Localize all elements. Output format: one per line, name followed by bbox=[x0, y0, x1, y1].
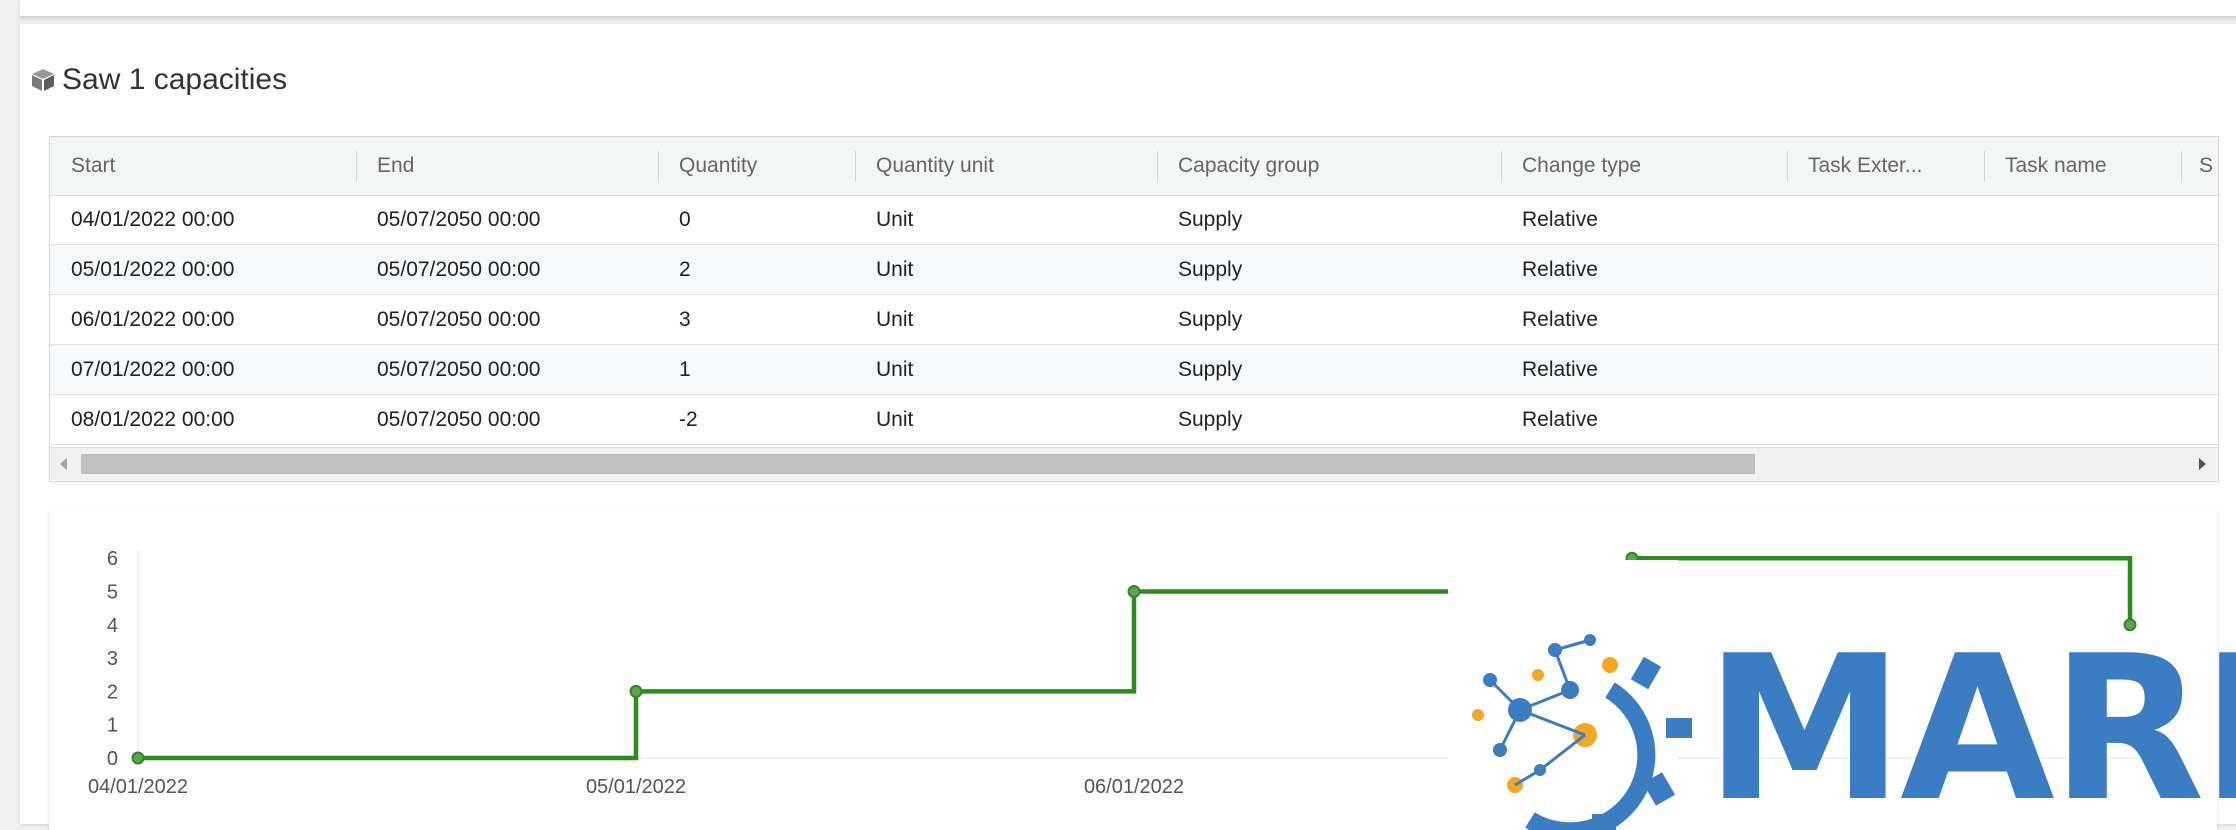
panel-title: Saw 1 capacities bbox=[62, 63, 288, 96]
logo-wordmark: MARK bbox=[1705, 630, 2236, 830]
cell-quantity: 0 bbox=[679, 208, 691, 231]
cell-start: 08/01/2022 00:00 bbox=[71, 408, 235, 431]
y-tick-label: 4 bbox=[107, 615, 118, 637]
cell-quantity: 2 bbox=[679, 258, 691, 281]
data-point bbox=[131, 751, 145, 765]
scroll-right-arrow-icon[interactable] bbox=[2199, 458, 2206, 470]
cell-end: 05/07/2050 00:00 bbox=[377, 208, 541, 231]
y-tick-label: 0 bbox=[107, 748, 118, 770]
cell-change-type: Relative bbox=[1522, 358, 1598, 381]
cell-quantity-unit: Unit bbox=[876, 358, 914, 381]
column-header-truncated[interactable]: S bbox=[2181, 137, 2218, 195]
y-tick-label: 3 bbox=[107, 648, 118, 670]
panel-header: Saw 1 capacities bbox=[30, 58, 287, 102]
cell-end: 05/07/2050 00:00 bbox=[377, 408, 541, 431]
table-row[interactable]: 08/01/2022 00:00 05/07/2050 00:00 -2 Uni… bbox=[50, 395, 2218, 445]
data-point bbox=[2123, 618, 2137, 632]
column-header-capacity-group[interactable]: Capacity group bbox=[1157, 137, 1501, 195]
y-tick-label: 5 bbox=[107, 582, 118, 604]
y-tick-label: 2 bbox=[107, 681, 118, 703]
data-point bbox=[1127, 585, 1141, 598]
cube-icon bbox=[32, 69, 54, 91]
column-header-quantity[interactable]: Quantity bbox=[658, 137, 855, 195]
table-row[interactable]: 04/01/2022 00:00 05/07/2050 00:00 0 Unit… bbox=[50, 195, 2218, 245]
cell-start: 05/01/2022 00:00 bbox=[71, 258, 235, 281]
cell-quantity: 3 bbox=[679, 308, 691, 331]
previous-panel-edge bbox=[20, 0, 2236, 17]
horizontal-scrollbar[interactable] bbox=[50, 447, 2218, 480]
cell-start: 04/01/2022 00:00 bbox=[71, 208, 235, 231]
cell-quantity: 1 bbox=[679, 358, 691, 381]
y-tick-label: 6 bbox=[107, 548, 118, 570]
cell-capacity-group: Supply bbox=[1178, 358, 1243, 381]
scroll-left-arrow-icon[interactable] bbox=[60, 458, 67, 470]
capacities-table: Start End Quantity Quantity unit Capacit… bbox=[49, 136, 2219, 482]
cell-quantity-unit: Unit bbox=[876, 308, 914, 331]
data-point bbox=[629, 684, 643, 698]
column-header-start[interactable]: Start bbox=[50, 137, 356, 195]
cell-end: 05/07/2050 00:00 bbox=[377, 308, 541, 331]
cell-quantity-unit: Unit bbox=[876, 208, 914, 231]
cell-change-type: Relative bbox=[1522, 208, 1598, 231]
column-header-quantity-unit[interactable]: Quantity unit bbox=[855, 137, 1157, 195]
cell-start: 06/01/2022 00:00 bbox=[71, 308, 235, 331]
cell-change-type: Relative bbox=[1522, 408, 1598, 431]
column-header-change-type[interactable]: Change type bbox=[1501, 137, 1787, 195]
cell-start: 07/01/2022 00:00 bbox=[71, 358, 235, 381]
cell-quantity: -2 bbox=[679, 408, 698, 431]
table-header: Start End Quantity Quantity unit Capacit… bbox=[50, 137, 2218, 196]
y-tick-label: 1 bbox=[107, 715, 118, 737]
x-tick-label: 05/01/2022 bbox=[586, 776, 686, 798]
cell-end: 05/07/2050 00:00 bbox=[377, 258, 541, 281]
table-row[interactable]: 06/01/2022 00:00 05/07/2050 00:00 3 Unit… bbox=[50, 295, 2218, 345]
column-header-end[interactable]: End bbox=[356, 137, 658, 195]
cell-end: 05/07/2050 00:00 bbox=[377, 358, 541, 381]
x-tick-label: 04/01/2022 bbox=[88, 776, 188, 798]
table-row[interactable]: 07/01/2022 00:00 05/07/2050 00:00 1 Unit… bbox=[50, 345, 2218, 395]
cell-capacity-group: Supply bbox=[1178, 208, 1243, 231]
column-header-task-name[interactable]: Task name bbox=[1984, 137, 2181, 195]
cell-change-type: Relative bbox=[1522, 258, 1598, 281]
cell-capacity-group: Supply bbox=[1178, 408, 1243, 431]
scrollbar-thumb[interactable] bbox=[81, 454, 1755, 474]
cell-quantity-unit: Unit bbox=[876, 408, 914, 431]
cell-quantity-unit: Unit bbox=[876, 258, 914, 281]
watermark-logo: MARK bbox=[1460, 630, 2236, 830]
cell-capacity-group: Supply bbox=[1178, 308, 1243, 331]
gear-network-logo-icon bbox=[1472, 634, 1692, 830]
x-tick-label: 06/01/2022 bbox=[1084, 776, 1184, 798]
cell-change-type: Relative bbox=[1522, 308, 1598, 331]
table-row[interactable]: 05/01/2022 00:00 05/07/2050 00:00 2 Unit… bbox=[50, 245, 2218, 295]
column-header-task-external[interactable]: Task Exter... bbox=[1787, 137, 1984, 195]
cell-capacity-group: Supply bbox=[1178, 258, 1243, 281]
